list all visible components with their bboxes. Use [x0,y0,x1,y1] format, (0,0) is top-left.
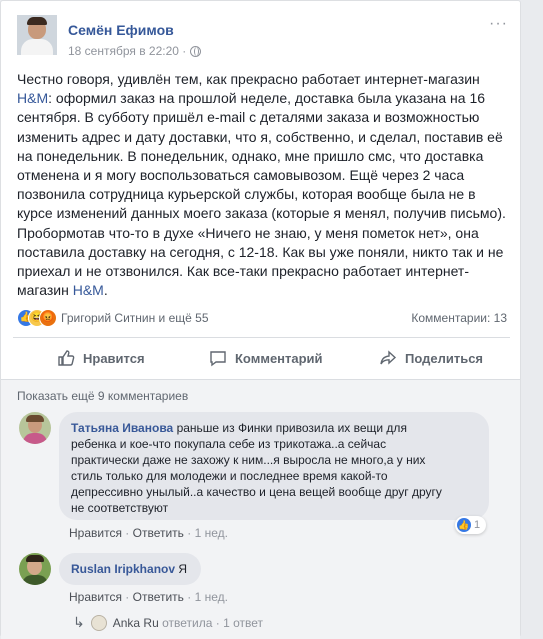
comment-age[interactable]: 1 нед. [195,590,228,604]
comment-age[interactable]: 1 нед. [195,526,228,540]
reply-count: 1 ответ [223,615,264,630]
thumbs-up-icon [58,350,75,366]
post-text-line: H&M: оформил заказ на прошлой неделе, до… [17,90,486,107]
reactions-summary[interactable]: Григорий Ситнин и ещё 55 [61,311,209,325]
comment-button[interactable]: Комментарий [209,339,323,377]
commenter-avatar[interactable] [19,553,51,585]
reply-separator: · [212,615,224,630]
comment-actions: Нравится · Ответить · 1 нед. [69,590,228,604]
commenter-avatar[interactable] [19,412,51,444]
comment-bubble: Татьяна Иванова раньше из Финки привозил… [59,412,489,520]
comments-section: Показать ещё 9 комментариев Татьяна Иван… [1,379,520,639]
angry-reaction-icon: 😡 [39,309,57,327]
comment-text-line: практически даже не захожу к ним...я выр… [71,453,426,467]
post-text-line: курсе изменений данных моего заказа (кот… [17,205,506,222]
comment-text-line: ребенка и кое-что покупала себе из трико… [71,437,387,451]
comment-text-line: не соответствуют [71,501,169,515]
like-label: Нравится [83,350,145,366]
comment-reply-link[interactable]: Ответить [133,590,184,604]
comment-label: Комментарий [235,350,323,366]
comment-text: Я [178,562,188,576]
share-icon [380,350,397,365]
comment-text-line: депрессивно унылый..а качество и цена ве… [71,485,442,499]
like-button[interactable]: Нравится [57,339,145,377]
like-reaction-icon: 👍 [457,518,471,532]
post-text-line: позвонила сотрудница курьерской службы, … [17,186,476,203]
comment-likes-count: 1 [474,519,481,531]
share-button[interactable]: Поделиться [379,339,483,377]
comment-like-link[interactable]: Нравится [69,526,122,540]
post-text-line: поставила доставку на сегодня, с 12-18. … [17,243,504,260]
author-name[interactable]: Семён Ефимов [68,22,174,38]
comments-count[interactable]: Комментарии: 13 [411,311,507,325]
divider [13,337,510,338]
reactions-bar: 👍 😆 😡 Григорий Ситнин и ещё 55 Комментар… [17,308,507,328]
show-more-comments-link[interactable]: Показать ещё 9 комментариев [17,389,188,403]
reply-arrow-icon: ↳ [73,614,85,630]
post-card: Семён Ефимов 18 сентября в 22:20 · ··· Ч… [0,0,521,639]
share-label: Поделиться [405,350,484,366]
comment-text: раньше из Финки привозила их вещи для [176,421,407,435]
post-text-line: сентября. В субботу пришёл e-mail с дета… [17,109,480,126]
comment-author[interactable]: Татьяна Иванова [71,421,173,435]
post-text-line: магазин H&M. [17,282,108,299]
comment-text-line: стиль только для молодежи и последнее вр… [71,469,388,483]
post-text-line: приехал и не отзвонился. Как все-таки пр… [17,263,469,280]
comment-icon [210,351,226,367]
comment-actions: Нравится · Ответить · 1 нед. [69,526,228,540]
post-meta: 18 сентября в 22:20 · [68,44,202,58]
comment-reply-link[interactable]: Ответить [133,526,184,540]
post-actions: Нравится Комментарий Поделиться [13,339,510,377]
replier-name: Anka Ru [112,615,159,630]
post-text: Честно говоря, удивлён тем, как прекрасн… [17,70,509,300]
comment-bubble: Ruslan Iripkhanov Я [59,553,201,585]
replier-avatar [90,614,107,631]
replies-link[interactable]: ↳ Anka Ru ответила · 1 ответ [73,614,263,631]
post-text-line: Честно говоря, удивлён тем, как прекрасн… [17,71,480,87]
post-text-line: изменить адрес и дату доставки, что я, с… [17,128,503,145]
reply-verb: ответила [162,615,213,630]
author-avatar[interactable] [17,15,57,55]
more-options-button[interactable]: ··· [489,15,508,33]
post-text-line: отменена и я могу воспользоваться самовы… [17,167,465,184]
post-text-line: Пробормотав что-то в духе «Ничего не зна… [17,224,479,241]
comment-like-link[interactable]: Нравится [69,590,122,604]
comment-likes-badge[interactable]: 👍 1 [455,516,487,534]
comment-author[interactable]: Ruslan Iripkhanov [71,562,175,576]
post-timestamp[interactable]: 18 сентября в 22:20 · [68,44,186,58]
globe-icon [190,45,202,57]
post-text-line: на понедельник. В понедельник, однако, м… [17,147,484,164]
